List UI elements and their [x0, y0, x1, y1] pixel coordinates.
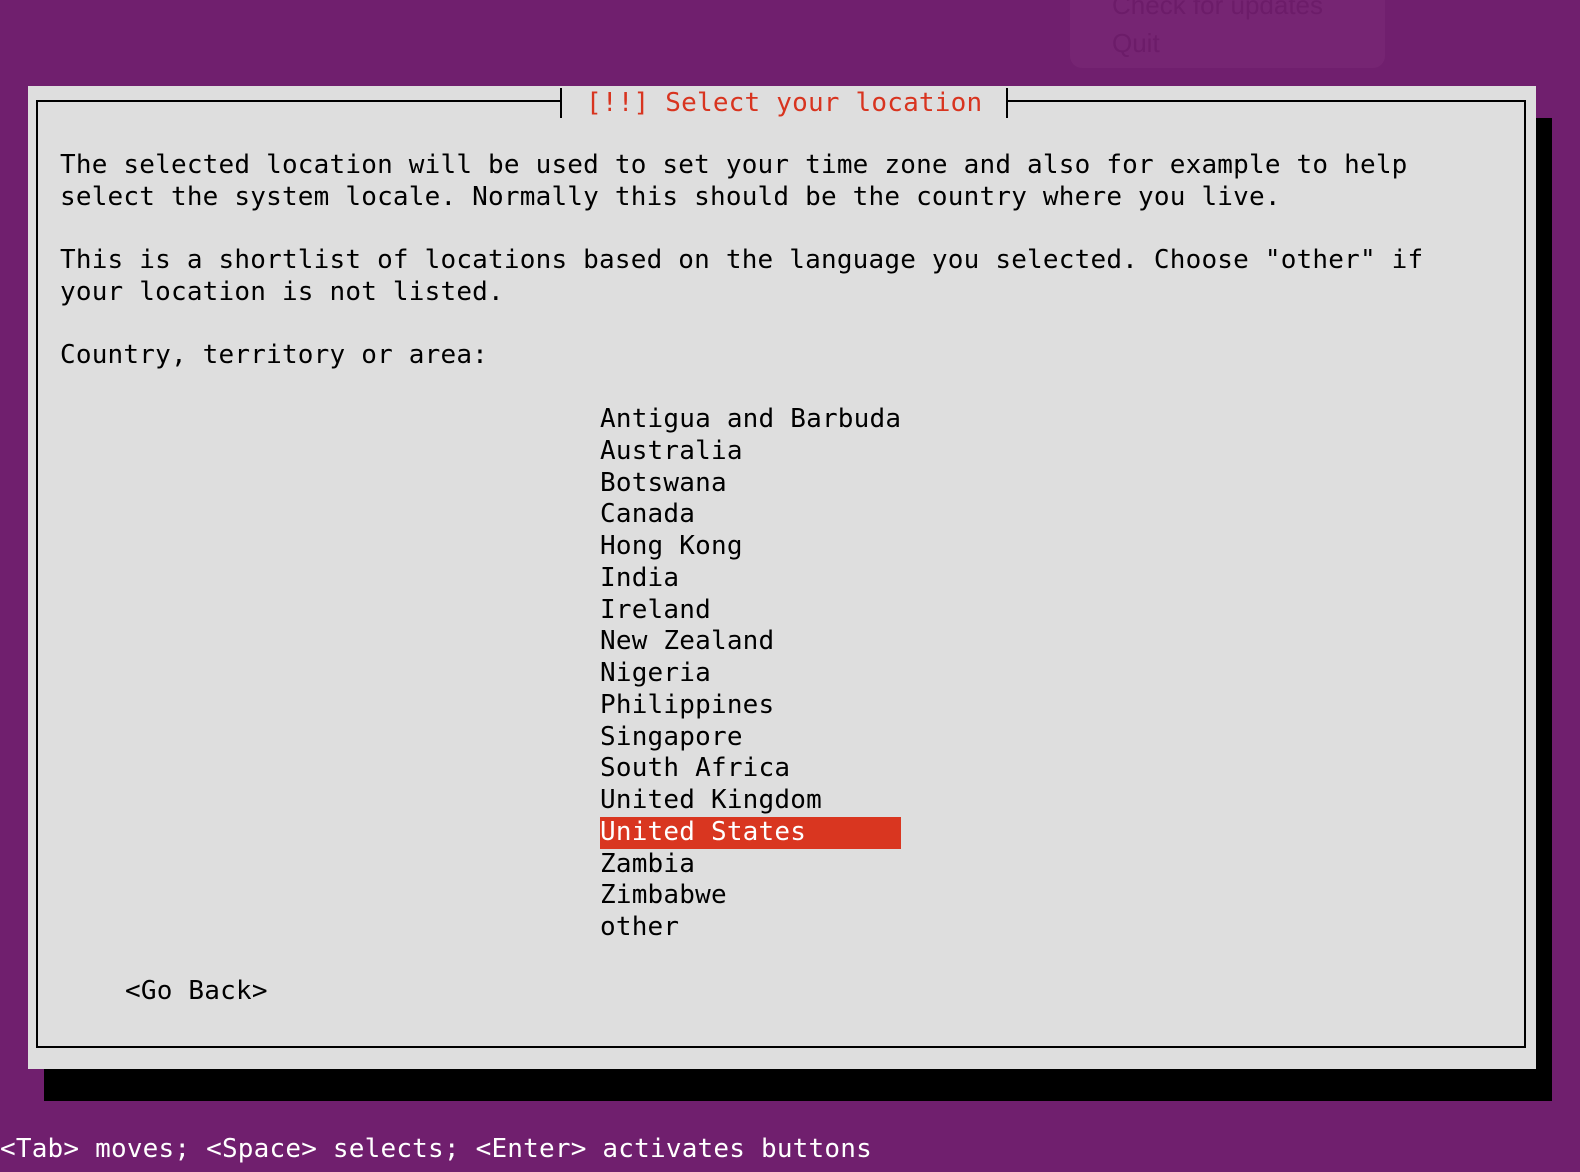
country-option[interactable]: Botswana [600, 468, 901, 500]
country-option[interactable]: Antigua and Barbuda [600, 404, 901, 436]
description-line: select the system locale. Normally this … [60, 182, 1281, 212]
menu-item-quit: Quit [1112, 28, 1160, 58]
description-line: your location is not listed. [60, 277, 504, 307]
country-option[interactable]: Philippines [600, 690, 901, 722]
country-prompt: Country, territory or area: [60, 340, 489, 370]
country-option[interactable]: Singapore [600, 722, 901, 754]
keyboard-help-line: <Tab> moves; <Space> selects; <Enter> ac… [0, 1134, 872, 1164]
country-option[interactable]: South Africa [600, 753, 901, 785]
description-line: This is a shortlist of locations based o… [60, 245, 1424, 275]
country-option[interactable]: New Zealand [600, 626, 901, 658]
country-option[interactable]: Ireland [600, 595, 901, 627]
go-back-button[interactable]: <Go Back> [125, 976, 268, 1008]
background-app-menu: Check for updates Quit [1070, 0, 1385, 68]
select-location-dialog: [!!] Select your location The selected l… [28, 86, 1536, 1069]
country-option[interactable]: Australia [600, 436, 901, 468]
country-option[interactable]: United Kingdom [600, 785, 901, 817]
country-option[interactable]: other [600, 912, 901, 944]
description-line: The selected location will be used to se… [60, 150, 1408, 180]
country-list[interactable]: Antigua and Barbuda Australia Botswana Cana… [600, 404, 901, 944]
country-option[interactable]: India [600, 563, 901, 595]
country-option[interactable]: Nigeria [600, 658, 901, 690]
country-option[interactable]: Canada [600, 499, 901, 531]
country-option[interactable]: Zambia [600, 849, 901, 881]
dialog-title: [!!] Select your location [560, 88, 1009, 118]
country-option[interactable]: Hong Kong [600, 531, 901, 563]
country-option[interactable]: Zimbabwe [600, 880, 901, 912]
country-option-selected[interactable]: United States [600, 816, 901, 849]
menu-item-check-updates: Check for updates [1112, 0, 1324, 20]
